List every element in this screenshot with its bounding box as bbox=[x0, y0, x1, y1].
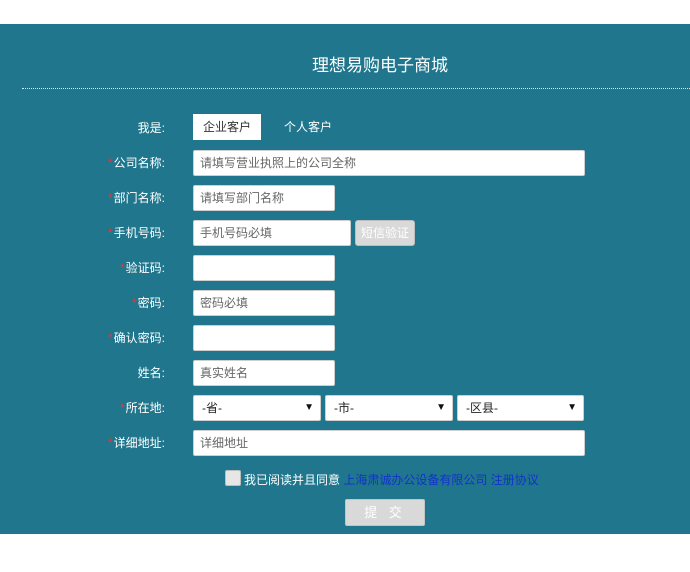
protocol-link[interactable]: 注册协议 bbox=[491, 473, 539, 487]
agreement-label: 我已阅读并且同意 bbox=[244, 473, 341, 487]
address-input[interactable]: 详细地址 bbox=[193, 430, 585, 456]
confirm-password-label-text: 确认密码: bbox=[113, 331, 165, 345]
agreement-checkbox[interactable] bbox=[225, 470, 241, 486]
company-name-label: *公司名称: bbox=[0, 156, 165, 170]
phone-label: *手机号码: bbox=[0, 226, 165, 240]
password-input[interactable]: 密码必填 bbox=[193, 290, 335, 316]
real-name-placeholder: 真实姓名 bbox=[200, 366, 249, 380]
chevron-down-icon: ▼ bbox=[567, 402, 577, 413]
captcha-label-text: 验证码: bbox=[125, 261, 165, 275]
district-select-value: -区县- bbox=[466, 401, 498, 415]
department-name-placeholder: 请填写部门名称 bbox=[200, 191, 285, 205]
company-name-placeholder: 请填写营业执照上的公司全称 bbox=[200, 156, 357, 170]
required-mark: * bbox=[119, 401, 125, 415]
sms-verify-button[interactable]: 短信验证 bbox=[355, 220, 415, 246]
department-name-input[interactable]: 请填写部门名称 bbox=[193, 185, 335, 211]
agreement-text: 我已阅读并且同意 上海肃诚办公设备有限公司 注册协议 bbox=[244, 471, 539, 488]
department-name-label-text: 部门名称: bbox=[113, 191, 165, 205]
phone-placeholder: 手机号码必填 bbox=[200, 226, 273, 240]
city-select-value: -市- bbox=[334, 401, 354, 415]
required-mark: * bbox=[119, 261, 125, 275]
address-placeholder: 详细地址 bbox=[200, 436, 249, 450]
required-mark: * bbox=[107, 436, 113, 450]
phone-input[interactable]: 手机号码必填 bbox=[193, 220, 351, 246]
confirm-password-input[interactable] bbox=[193, 325, 335, 351]
department-name-label: *部门名称: bbox=[0, 191, 165, 205]
registration-panel bbox=[0, 24, 690, 534]
city-select[interactable]: -市- ▼ bbox=[325, 395, 453, 421]
password-placeholder: 密码必填 bbox=[200, 296, 249, 310]
address-label-text: 详细地址: bbox=[113, 436, 165, 450]
address-label: *详细地址: bbox=[0, 436, 165, 450]
chevron-down-icon: ▼ bbox=[436, 402, 446, 413]
real-name-label: 姓名: bbox=[137, 366, 165, 380]
province-select-value: -省- bbox=[202, 401, 222, 415]
company-name-input[interactable]: 请填写营业执照上的公司全称 bbox=[193, 150, 585, 176]
page-title: 理想易购电子商城 bbox=[312, 56, 448, 75]
password-label-text: 密码: bbox=[137, 296, 165, 310]
required-mark: * bbox=[107, 191, 113, 205]
chevron-down-icon: ▼ bbox=[304, 402, 314, 413]
province-select[interactable]: -省- ▼ bbox=[193, 395, 321, 421]
location-label: *所在地: bbox=[0, 401, 165, 415]
company-name-label-text: 公司名称: bbox=[113, 156, 165, 170]
tab-enterprise-customer[interactable]: 企业客户 bbox=[193, 114, 261, 140]
required-mark: * bbox=[107, 331, 113, 345]
password-label: *密码: bbox=[0, 296, 165, 310]
required-mark: * bbox=[131, 296, 137, 310]
title-divider bbox=[22, 88, 690, 89]
location-label-text: 所在地: bbox=[125, 401, 165, 415]
tab-individual-customer[interactable]: 个人客户 bbox=[276, 114, 340, 140]
customer-type-label: 我是: bbox=[137, 121, 165, 135]
company-link[interactable]: 上海肃诚办公设备有限公司 bbox=[343, 473, 487, 487]
district-select[interactable]: -区县- ▼ bbox=[457, 395, 584, 421]
required-mark: * bbox=[107, 156, 113, 170]
captcha-label: *验证码: bbox=[0, 261, 165, 275]
phone-label-text: 手机号码: bbox=[113, 226, 165, 240]
real-name-input[interactable]: 真实姓名 bbox=[193, 360, 335, 386]
submit-button[interactable]: 提 交 bbox=[345, 499, 425, 526]
captcha-input[interactable] bbox=[193, 255, 335, 281]
confirm-password-label: *确认密码: bbox=[0, 331, 165, 345]
required-mark: * bbox=[107, 226, 113, 240]
